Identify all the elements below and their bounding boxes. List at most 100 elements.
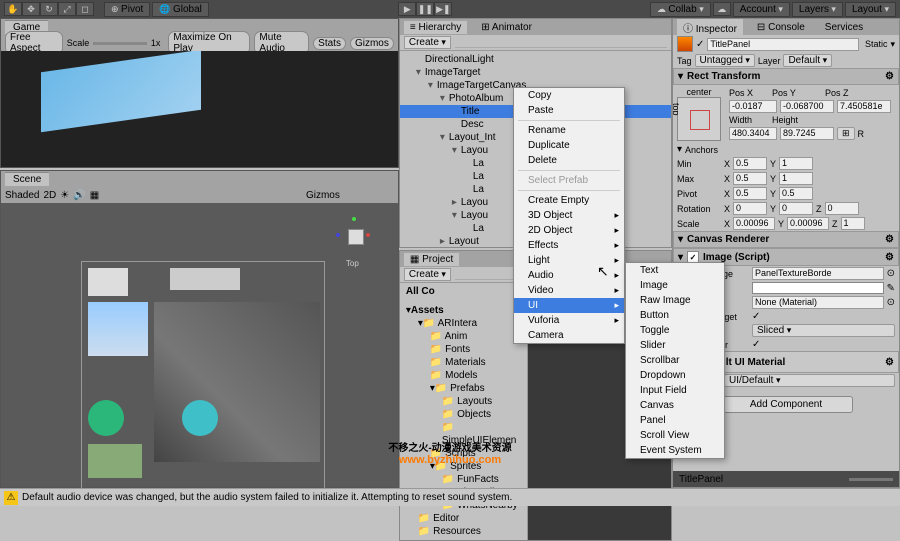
rot-z[interactable] [825, 202, 859, 215]
menu-item-panel[interactable]: Panel [626, 413, 724, 428]
anchor-min-x[interactable] [733, 157, 767, 170]
menu-item-scrollbar[interactable]: Scrollbar [626, 353, 724, 368]
object-name-field[interactable] [707, 38, 859, 51]
shader-dropdown[interactable]: UI/Default ▾ [724, 374, 895, 387]
width-field[interactable] [729, 127, 777, 140]
hierarchy-item[interactable]: ▾ImageTarget [400, 66, 671, 79]
cloud-button[interactable]: ☁ [713, 2, 731, 16]
audio-toggle[interactable]: 🔊 [73, 190, 85, 201]
menu-item-effects[interactable]: Effects [514, 238, 624, 253]
fx-toggle[interactable]: ▦ [90, 190, 99, 201]
project-item[interactable]: 📁 Materials [400, 356, 527, 369]
tab-console[interactable]: ⊟ Console [751, 21, 811, 34]
scene-view[interactable]: Top [1, 203, 398, 487]
menu-item-duplicate[interactable]: Duplicate [514, 138, 624, 153]
color-swatch[interactable] [752, 282, 884, 294]
anchor-preset-button[interactable] [677, 97, 721, 141]
hierarchy-search[interactable] [455, 37, 667, 48]
pivot-toggle[interactable]: ⊕ Pivot [104, 2, 150, 17]
hierarchy-create-dropdown[interactable]: Create ▾ [404, 36, 451, 49]
menu-item-scroll-view[interactable]: Scroll View [626, 428, 724, 443]
hierarchy-item[interactable]: DirectionalLight [400, 53, 671, 66]
tab-scene[interactable]: Scene [5, 172, 49, 186]
project-item[interactable]: ▾📁 ARIntera [400, 317, 527, 330]
menu-item-create-empty[interactable]: Create Empty [514, 193, 624, 208]
source-image-field[interactable] [752, 267, 884, 280]
object-picker-icon[interactable]: ⊙ [887, 268, 895, 279]
scale-slider[interactable] [93, 42, 147, 45]
menu-item-2d-object[interactable]: 2D Object [514, 223, 624, 238]
game-view[interactable] [1, 51, 398, 167]
menu-item-3d-object[interactable]: 3D Object [514, 208, 624, 223]
menu-item-vuforia[interactable]: Vuforia [514, 313, 624, 328]
rect-transform-header[interactable]: Rect Transform [687, 71, 760, 82]
object-picker-icon[interactable]: ⊙ [887, 297, 895, 308]
image-header[interactable]: Image (Script) [703, 252, 770, 263]
component-menu-icon[interactable]: ⚙ [885, 234, 894, 245]
fill-center-checkbox[interactable]: ✓ [752, 339, 760, 350]
menu-item-camera[interactable]: Camera [514, 328, 624, 343]
pivot-x[interactable] [733, 187, 767, 200]
menu-item-toggle[interactable]: Toggle [626, 323, 724, 338]
menu-item-paste[interactable]: Paste [514, 103, 624, 118]
shaded-dropdown[interactable]: Shaded [5, 190, 39, 201]
project-item[interactable]: All Co [400, 285, 527, 298]
tab-project[interactable]: ▦ Project [404, 253, 459, 266]
menu-item-text[interactable]: Text [626, 263, 724, 278]
tab-animator[interactable]: ⊞ Animator [475, 21, 538, 34]
project-item[interactable]: 📁 Resources [400, 525, 527, 538]
project-item[interactable]: 📁 SimpleUIElemen [400, 421, 527, 447]
anchor-min-y[interactable] [779, 157, 813, 170]
material-field[interactable] [752, 296, 884, 309]
2d-toggle[interactable]: 2D [43, 190, 56, 201]
pause-button[interactable]: ❚❚ [416, 2, 434, 16]
menu-item-input-field[interactable]: Input Field [626, 383, 724, 398]
pos-z-field[interactable] [837, 100, 891, 113]
scale-tool-button[interactable]: ⤢ [58, 2, 76, 16]
lighting-toggle[interactable]: ☀ [60, 190, 69, 201]
rot-y[interactable] [779, 202, 813, 215]
component-menu-icon[interactable]: ⚙ [885, 357, 894, 368]
add-component-button[interactable]: Add Component [719, 396, 853, 413]
height-field[interactable] [780, 127, 834, 140]
project-item[interactable]: 📁 Anim [400, 330, 527, 343]
blueprint-toggle[interactable]: ⊞ [837, 127, 855, 140]
scale-z[interactable] [841, 217, 865, 230]
account-dropdown[interactable]: Account ▾ [733, 2, 790, 17]
move-tool-button[interactable]: ✥ [22, 2, 40, 16]
menu-item-slider[interactable]: Slider [626, 338, 724, 353]
footer-slider[interactable] [849, 478, 893, 481]
hand-tool-button[interactable]: ✋ [4, 2, 22, 16]
layer-dropdown[interactable]: Default ▾ [783, 54, 832, 67]
tag-dropdown[interactable]: Untagged ▾ [695, 54, 755, 67]
pos-y-field[interactable] [780, 100, 834, 113]
project-item[interactable]: ▾📁 Prefabs [400, 382, 527, 395]
layers-dropdown[interactable]: Layers ▾ [792, 2, 843, 17]
project-item[interactable]: 📁 Objects [400, 408, 527, 421]
rect-tool-button[interactable]: ◻ [76, 2, 94, 16]
menu-item-raw-image[interactable]: Raw Image [626, 293, 724, 308]
scene-gizmos-toggle[interactable]: Gizmos [306, 190, 340, 201]
project-item[interactable]: 📁 FunFacts [400, 473, 527, 486]
project-create-dropdown[interactable]: Create ▾ [404, 268, 451, 281]
active-checkbox[interactable]: ✓ [696, 39, 704, 50]
pivot-y[interactable] [779, 187, 813, 200]
project-item[interactable]: ▾Assets [400, 304, 527, 317]
gizmos-toggle[interactable]: Gizmos [350, 37, 394, 50]
tab-inspector[interactable]: ⓘ Inspector [677, 19, 743, 36]
canvas-renderer-header[interactable]: Canvas Renderer [687, 234, 769, 245]
eyedropper-icon[interactable]: ✎ [887, 283, 895, 294]
menu-item-canvas[interactable]: Canvas [626, 398, 724, 413]
menu-item-video[interactable]: Video [514, 283, 624, 298]
project-item[interactable]: 📁 Scripts [400, 447, 527, 460]
rot-x[interactable] [733, 202, 767, 215]
menu-item-rename[interactable]: Rename [514, 123, 624, 138]
menu-item-button[interactable]: Button [626, 308, 724, 323]
project-item[interactable]: 📁 Layouts [400, 395, 527, 408]
menu-item-delete[interactable]: Delete [514, 153, 624, 168]
component-menu-icon[interactable]: ⚙ [885, 71, 894, 82]
anchor-max-y[interactable] [779, 172, 813, 185]
step-button[interactable]: ▶❚ [434, 2, 452, 16]
scene-canvas-outline[interactable] [81, 261, 325, 491]
orientation-gizmo[interactable]: Top [334, 215, 378, 259]
